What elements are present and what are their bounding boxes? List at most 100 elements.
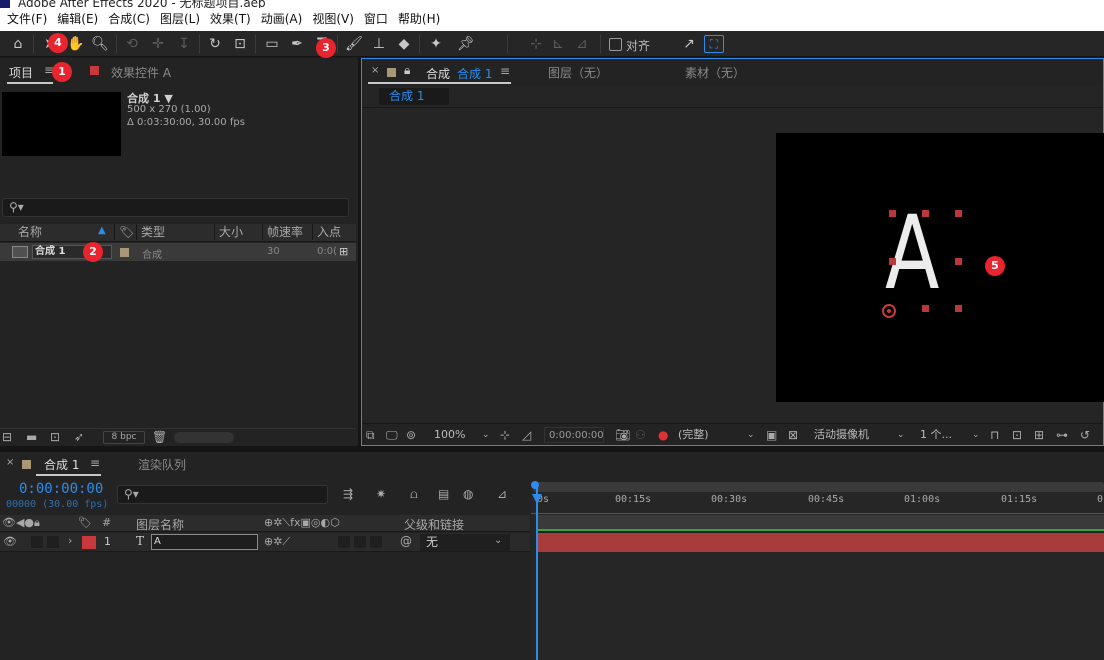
column-number[interactable]: # xyxy=(102,516,111,529)
effects-controls-tab[interactable]: 效果控件 A xyxy=(111,64,171,81)
column-name[interactable]: 名称 xyxy=(0,224,114,240)
menu-composition[interactable]: 合成(C) xyxy=(103,8,155,31)
project-tab[interactable]: 项目 xyxy=(9,64,33,81)
monitor-icon[interactable]: 🖵︎ xyxy=(386,428,398,442)
fit-to-frame-icon[interactable]: ⊹ xyxy=(500,428,510,442)
color-channels-icon[interactable]: ● xyxy=(658,428,668,442)
timeline-search-input[interactable]: ⚲▾ xyxy=(117,485,328,504)
layer-viewer-tab[interactable]: 图层（无） xyxy=(548,64,608,81)
mask-visibility-icon[interactable]: ⊚ xyxy=(406,428,416,442)
comp-breadcrumb[interactable]: 合成 1 xyxy=(379,88,449,105)
home-icon[interactable]: ⌂ xyxy=(8,34,28,54)
column-size[interactable]: 大小 xyxy=(214,224,262,240)
flowchart-icon[interactable]: ⊞ xyxy=(339,245,348,258)
brush-tool-icon[interactable]: 🖌︎ xyxy=(344,34,364,54)
column-layer-name[interactable]: 图层名称 xyxy=(136,516,184,533)
show-snapshot-icon[interactable]: ⚇ xyxy=(635,428,646,442)
playhead-handle[interactable] xyxy=(532,494,542,504)
bbox-handle[interactable] xyxy=(955,305,962,312)
current-time-display[interactable]: 0:00:00:00 xyxy=(19,481,103,497)
comp-canvas[interactable]: A xyxy=(776,133,1104,402)
work-area-bar[interactable] xyxy=(533,482,1104,492)
dolly-camera-icon[interactable]: ↧ xyxy=(174,34,194,54)
menu-help[interactable]: 帮助(H) xyxy=(393,8,445,31)
project-search-input[interactable]: ⚲▾ xyxy=(2,198,349,217)
orbit-camera-icon[interactable]: ⟲ xyxy=(122,34,142,54)
rotate-tool-icon[interactable]: ↻ xyxy=(205,34,225,54)
menu-edit[interactable]: 编辑(E) xyxy=(52,8,103,31)
draft-3d-icon[interactable]: ✷ xyxy=(376,487,386,501)
views-dropdown[interactable]: 1 个... xyxy=(920,426,980,443)
column-parent[interactable]: 父级和链接 xyxy=(404,516,464,533)
close-tab-icon[interactable]: × xyxy=(6,457,14,468)
panel-menu-icon[interactable]: ≡ xyxy=(500,64,510,78)
menu-animation[interactable]: 动画(A) xyxy=(256,8,308,31)
column-label-icon[interactable]: 🏷︎ xyxy=(114,224,136,240)
layer-name-field[interactable]: A xyxy=(151,534,258,550)
anchor-point-tool-icon[interactable]: ⊡ xyxy=(230,34,250,54)
reset-exposure-icon[interactable]: ↺ xyxy=(1080,428,1090,442)
lock-icon[interactable]: 🔒︎ xyxy=(404,63,410,78)
close-tab-icon[interactable]: × xyxy=(371,65,379,76)
timeline-comp-tab[interactable]: 合成 1 xyxy=(44,456,79,473)
menu-file[interactable]: 文件(F) xyxy=(2,8,52,31)
pen-tool-icon[interactable]: ✒ xyxy=(287,34,307,54)
panel-menu-icon[interactable]: ≡ xyxy=(90,456,100,470)
render-queue-tab[interactable]: 渲染队列 xyxy=(138,456,186,473)
column-fps[interactable]: 帧速率 xyxy=(262,224,312,240)
rectangle-tool-icon[interactable]: ▭ xyxy=(262,34,282,54)
hand-tool-icon[interactable]: ✋ xyxy=(66,34,86,54)
menu-layer[interactable]: 图层(L) xyxy=(155,8,205,31)
layer-switches[interactable]: ⊕✲⟋ xyxy=(264,535,290,549)
snap-checkbox[interactable] xyxy=(609,38,622,51)
graph-editor-icon[interactable]: ⊿ xyxy=(497,487,507,501)
new-composition-icon[interactable]: ⊡ xyxy=(50,430,60,444)
transparency-grid-icon[interactable]: ◿ xyxy=(522,428,531,442)
bbox-handle[interactable] xyxy=(922,210,929,217)
thumbnail-slider[interactable] xyxy=(174,432,234,443)
fast-preview-icon[interactable]: ⊡ xyxy=(1012,428,1022,442)
toggle-pixel-aspect-icon[interactable]: ⊓ xyxy=(990,428,999,442)
layer-switch-box[interactable] xyxy=(338,536,350,548)
comp-mini-flowchart-icon[interactable]: ⇶ xyxy=(343,487,353,501)
bbox-handle[interactable] xyxy=(955,258,962,265)
bit-depth-button[interactable]: 8 bpc xyxy=(103,431,145,444)
motion-blur-icon[interactable]: ◍ xyxy=(463,487,473,501)
column-in-point[interactable]: 入点 xyxy=(312,224,356,240)
column-type[interactable]: 类型 xyxy=(136,224,214,240)
snapshot-icon[interactable]: 📷︎ xyxy=(615,428,630,442)
menu-window[interactable]: 窗口 xyxy=(359,8,393,31)
layer-switch-box[interactable] xyxy=(370,536,382,548)
parent-pickwhip-icon[interactable]: @ xyxy=(400,534,412,548)
viewer-timecode[interactable]: 0:00:00:00 xyxy=(544,427,604,443)
visibility-eye-icon[interactable]: 👁︎ xyxy=(3,535,17,548)
axis-view-icon[interactable]: ⊿ xyxy=(572,34,592,54)
layer-label-color[interactable] xyxy=(82,536,96,549)
snap-options-icon[interactable]: ↗ xyxy=(679,34,699,54)
bbox-handle[interactable] xyxy=(889,210,896,217)
eraser-tool-icon[interactable]: ◆ xyxy=(394,34,414,54)
axis-world-icon[interactable]: ⊾ xyxy=(548,34,568,54)
roto-brush-tool-icon[interactable]: ✦ xyxy=(426,34,446,54)
comp-tab-name[interactable]: 合成 1 xyxy=(457,65,492,82)
menu-view[interactable]: 视图(V) xyxy=(307,8,359,31)
camera-dropdown[interactable]: 活动摄像机 xyxy=(814,426,904,443)
lock-switch[interactable] xyxy=(47,536,59,548)
comp-tab-prefix[interactable]: 合成 xyxy=(426,65,450,82)
project-item-row[interactable]: 合成 1 合成 30 0:0( ⊞ xyxy=(0,243,356,261)
transparency-icon[interactable]: ⊠ xyxy=(788,428,798,442)
frame-blending-icon[interactable]: ▤ xyxy=(438,487,449,501)
flowchart-icon[interactable]: ⊶ xyxy=(1056,428,1068,442)
zoom-tool-icon[interactable]: 🔍︎ xyxy=(90,34,110,54)
snap-grid-icon[interactable]: ⛶ xyxy=(704,35,724,53)
bbox-handle[interactable] xyxy=(889,258,896,265)
layer-switch-box[interactable] xyxy=(354,536,366,548)
pan-camera-icon[interactable]: ✛ xyxy=(148,34,168,54)
bbox-handle[interactable] xyxy=(955,210,962,217)
anchor-point-icon[interactable] xyxy=(882,304,896,318)
region-of-interest-icon[interactable]: ▣ xyxy=(766,428,777,442)
clone-stamp-tool-icon[interactable]: ⊥ xyxy=(369,34,389,54)
playhead-line[interactable] xyxy=(536,485,538,660)
always-preview-icon[interactable]: ⧉ xyxy=(366,428,375,442)
layer-row[interactable]: 👁︎ › 1 T A ⊕✲⟋ @ 无 ⌄ xyxy=(0,533,530,552)
